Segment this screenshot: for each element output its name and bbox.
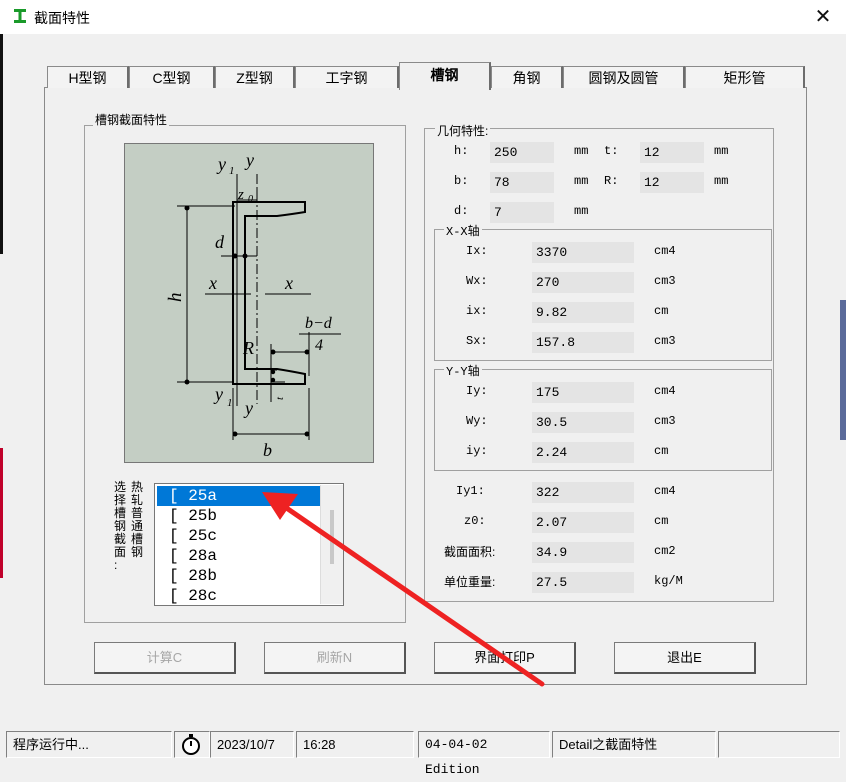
figure-label-t: t	[274, 396, 286, 400]
channel-section-figure: y 1 y z 0 d h x x b−d 4 R y 1 y t b	[124, 143, 374, 463]
tab-round-steel-pipe[interactable]: 圆钢及圆管	[563, 66, 685, 88]
annotation-arrow-icon	[262, 492, 545, 687]
list-label-hot-rolled: 热轧普通槽钢	[131, 480, 144, 559]
ix-moment-label: Ix:	[466, 244, 488, 258]
r-unit: mm	[714, 174, 729, 188]
b-label: b:	[454, 174, 469, 188]
sx-value: 157.8	[532, 332, 634, 353]
wx-label: Wx:	[466, 274, 488, 288]
t-value: 12	[640, 142, 704, 163]
status-time: 16:28	[296, 731, 414, 758]
iy-moment-label: Iy:	[466, 384, 488, 398]
background-window-edge	[0, 448, 3, 578]
r-label: R:	[604, 174, 619, 188]
iy-radius-value: 2.24	[532, 442, 634, 463]
wx-unit: cm3	[654, 274, 676, 288]
iy-moment-unit: cm4	[654, 384, 676, 398]
ix-radius-label: ix:	[466, 304, 488, 318]
sx-unit: cm3	[654, 334, 676, 348]
figure-label-y1-bottom-sub: 1	[227, 397, 233, 409]
h-value: 250	[490, 142, 554, 163]
sx-label: Sx:	[466, 334, 488, 348]
list-label-select-section: 选择槽钢截面:	[114, 480, 127, 572]
tab-angle-steel[interactable]: 角钢	[491, 66, 563, 88]
t-label: t:	[604, 144, 619, 158]
tab-i-beam[interactable]: 工字钢	[295, 66, 399, 88]
figure-label-x-left: x	[208, 273, 217, 293]
iy-radius-label: iy:	[466, 444, 488, 458]
figure-label-y-bottom: y	[243, 398, 253, 418]
figure-label-bd: b−d	[305, 315, 333, 332]
tab-z-steel[interactable]: Z型钢	[215, 66, 295, 88]
figure-label-h: h	[165, 293, 186, 303]
h-label: h:	[454, 144, 469, 158]
figure-label-y1-bottom: y	[213, 384, 223, 404]
xx-axis-title: X-X轴	[444, 222, 482, 239]
ix-radius-unit: cm	[654, 304, 669, 318]
figure-label-x-right: x	[284, 273, 293, 293]
exit-button[interactable]: 退出E	[614, 642, 756, 674]
tab-rect-tube[interactable]: 矩形管	[685, 66, 805, 88]
status-text: 程序运行中...	[6, 731, 172, 758]
status-date: 2023/10/7	[210, 731, 294, 758]
r-value: 12	[640, 172, 704, 193]
figure-label-z0-sub: 0	[248, 194, 253, 205]
window-title: 截面特性	[34, 10, 90, 26]
z0-unit: cm	[654, 514, 669, 528]
iy-radius-unit: cm	[654, 444, 669, 458]
ix-moment-unit: cm4	[654, 244, 676, 258]
calculate-button[interactable]: 计算C	[94, 642, 236, 674]
stopwatch-icon	[174, 731, 210, 758]
t-unit: mm	[714, 144, 729, 158]
iy-moment-value: 175	[532, 382, 634, 403]
figure-label-y1: y	[216, 154, 226, 174]
close-icon[interactable]: ✕	[808, 3, 838, 31]
d-label: d:	[454, 204, 469, 218]
status-empty-cell	[718, 731, 840, 758]
b-value: 78	[490, 172, 554, 193]
figure-label-y: y	[244, 150, 254, 170]
ix-radius-value: 9.82	[532, 302, 634, 323]
d-value: 7	[490, 202, 554, 223]
figure-label-y1-sub: 1	[229, 165, 235, 177]
tab-h-steel[interactable]: H型钢	[47, 66, 129, 88]
wy-value: 30.5	[532, 412, 634, 433]
status-edition: 04-04-02 Edition	[418, 731, 550, 777]
tab-c-steel[interactable]: C型钢	[129, 66, 215, 88]
yy-axis-title: Y-Y轴	[444, 362, 482, 379]
figure-label-r: R	[242, 338, 254, 358]
h-unit: mm	[574, 144, 589, 158]
d-unit: mm	[574, 204, 589, 218]
figure-label-d: d	[215, 232, 225, 252]
ix-moment-value: 3370	[532, 242, 634, 263]
title-bar	[0, 0, 846, 34]
iy1-unit: cm4	[654, 484, 676, 498]
figure-label-4: 4	[315, 337, 323, 354]
geometry-group-title: 几何特性:	[435, 122, 491, 139]
background-window-edge	[840, 300, 846, 440]
wx-value: 270	[532, 272, 634, 293]
section-group-title: 槽钢截面特性	[93, 111, 170, 128]
wy-label: Wy:	[466, 414, 488, 428]
wy-unit: cm3	[654, 414, 676, 428]
tab-channel-steel[interactable]: 槽钢	[399, 62, 491, 90]
b-unit: mm	[574, 174, 589, 188]
figure-label-b: b	[263, 440, 272, 460]
background-window-edge	[0, 34, 3, 254]
status-detail: Detail之截面特性	[552, 731, 716, 758]
weight-unit: kg/M	[654, 574, 683, 588]
app-icon	[12, 8, 28, 24]
figure-label-z0: z	[237, 187, 244, 203]
area-unit: cm2	[654, 544, 676, 558]
